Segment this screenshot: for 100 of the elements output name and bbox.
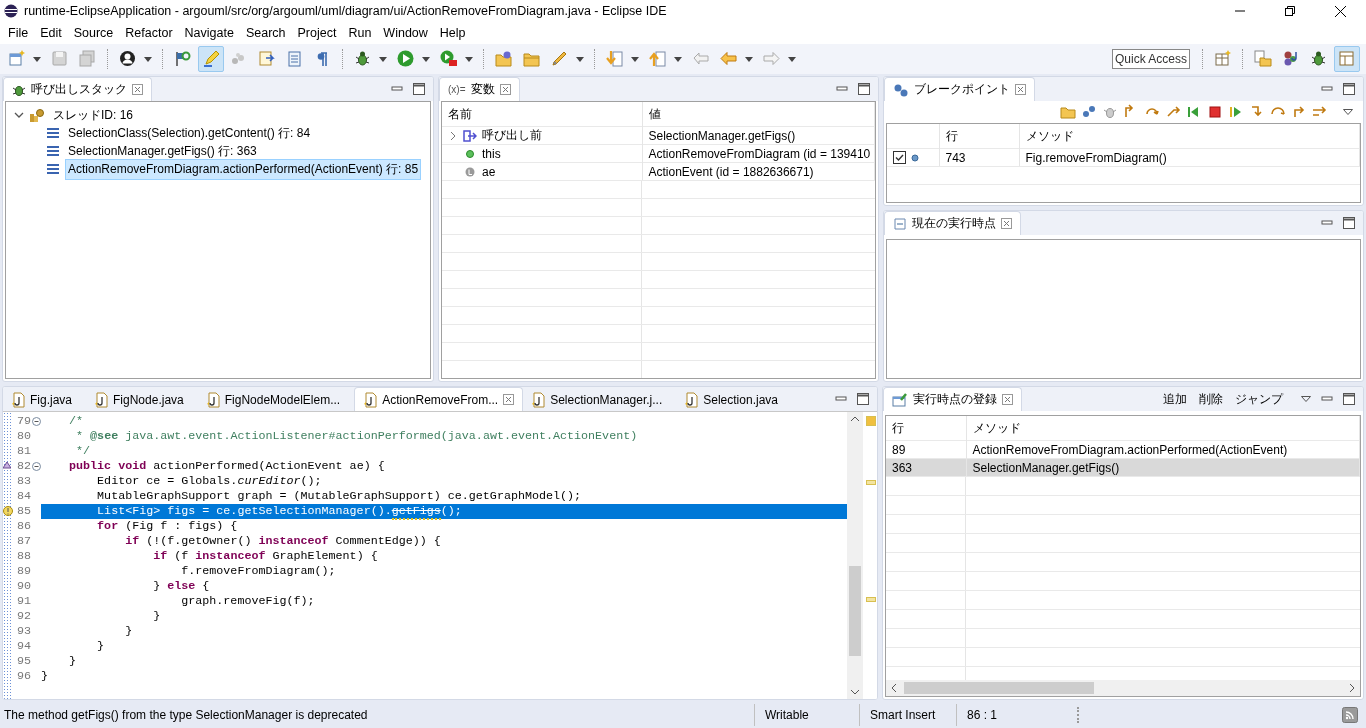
code-line: MutableGraphSupport graph = (MutableGraphSupport) ce.getGraphModel(); <box>96 489 583 504</box>
dropdown-caret-icon[interactable] <box>631 56 639 62</box>
menu-item[interactable]: Refactor <box>119 24 179 42</box>
maximize-icon[interactable] <box>413 83 425 95</box>
dropdown-caret-icon[interactable] <box>788 56 796 62</box>
maximize-icon[interactable] <box>1343 83 1355 95</box>
menu-item[interactable]: Edit <box>34 24 68 42</box>
chevron-right-icon[interactable] <box>448 130 458 141</box>
dropdown-caret-icon[interactable] <box>144 56 152 62</box>
quick-access-field[interactable]: Quick Access <box>1112 49 1190 69</box>
minimize-icon[interactable] <box>391 84 403 94</box>
line-number: 94 <box>16 639 31 654</box>
view-tab[interactable]: (x)= 変数 <box>439 77 520 101</box>
line-number: 96 <box>16 669 31 684</box>
line-number: 87 <box>16 534 31 549</box>
view-tab[interactable]: ブレークポイント <box>884 77 1035 101</box>
code-line: graph.removeFig(f); <box>180 594 316 609</box>
dropdown-caret-icon[interactable] <box>379 56 387 62</box>
dropdown-caret-icon[interactable] <box>576 56 584 62</box>
maximize-icon[interactable] <box>1343 217 1355 229</box>
checkbox[interactable] <box>893 151 906 164</box>
column-header[interactable]: 行 <box>939 124 1019 149</box>
view-tab[interactable]: Selection.java <box>676 388 792 411</box>
menu-item[interactable]: Project <box>291 24 343 42</box>
dropdown-caret-icon[interactable] <box>33 56 41 62</box>
column-header[interactable]: 行 <box>886 416 966 441</box>
line-number: 82 <box>16 459 31 474</box>
line-number: 81 <box>16 444 31 459</box>
menu-item[interactable]: File <box>2 24 35 42</box>
view-tab[interactable]: 実行時点の登録 <box>883 387 1022 411</box>
view-tab[interactable]: Fig.java <box>3 388 87 411</box>
minimize-icon[interactable] <box>1321 218 1333 228</box>
pen-icon[interactable] <box>198 46 224 72</box>
view-menu-icon[interactable] <box>1301 396 1311 402</box>
restore-icon[interactable] <box>1285 5 1295 16</box>
step-return-icon[interactable] <box>1291 104 1307 120</box>
chevron-down-icon[interactable] <box>14 110 24 120</box>
status-field: 86 : 1 <box>956 704 1037 726</box>
action-link[interactable]: 削除 <box>1199 390 1223 408</box>
column-header[interactable]: メソッド <box>966 416 1360 441</box>
overview-marker <box>866 480 876 485</box>
view-tab[interactable]: 呼び出しスタック <box>3 77 152 101</box>
menu-item[interactable]: Window <box>377 24 434 42</box>
scroll-left-icon[interactable] <box>891 683 897 693</box>
code-line: } <box>152 609 162 624</box>
column-header[interactable]: 値 <box>642 102 875 127</box>
code-line: public void actionPerformed(ActionEvent ae) { <box>68 459 386 474</box>
action-link[interactable]: 追加 <box>1163 390 1187 408</box>
menu-item[interactable]: Navigate <box>178 24 240 42</box>
view-tab[interactable]: FigNodeModelElem... <box>197 388 355 411</box>
menu-item[interactable]: Source <box>67 24 120 42</box>
minimize-icon[interactable] <box>835 394 847 404</box>
minimize-icon[interactable] <box>1321 394 1333 404</box>
stop-icon[interactable] <box>1207 104 1223 120</box>
register-icon <box>892 392 908 407</box>
view-menu-icon[interactable] <box>1343 109 1353 115</box>
line-number: 93 <box>16 624 31 639</box>
line-number: 85 <box>16 504 31 519</box>
variable-name: ae <box>482 164 496 179</box>
menu-item[interactable]: Run <box>342 24 378 42</box>
code-line: f.removeFromDiagram(); <box>180 564 337 579</box>
collapse-icon[interactable] <box>32 417 41 426</box>
view-tab[interactable]: 現在の実行時点 <box>884 211 1021 235</box>
menu-item[interactable]: Help <box>433 24 472 42</box>
dropdown-caret-icon[interactable] <box>422 56 430 62</box>
code-line: } <box>124 624 134 639</box>
scroll-right-icon[interactable] <box>1349 683 1355 693</box>
view-tab[interactable]: ActionRemoveFrom... <box>354 387 524 411</box>
maximize-icon[interactable] <box>1343 393 1355 405</box>
column-header[interactable]: メソッド <box>1019 124 1360 149</box>
scrollbar-thumb[interactable] <box>849 566 861 656</box>
collapse-icon[interactable] <box>32 462 41 471</box>
code-line: } <box>68 654 78 669</box>
menu-item[interactable]: Search <box>239 24 292 42</box>
maximize-icon[interactable] <box>858 83 870 95</box>
feed-icon[interactable] <box>1342 707 1358 723</box>
minimize-icon[interactable] <box>1321 84 1333 94</box>
view-tab[interactable]: FigNode.java <box>86 388 198 411</box>
dropdown-caret-icon[interactable] <box>745 56 753 62</box>
return-icon <box>463 129 477 142</box>
java-file-icon <box>94 391 109 408</box>
close-icon[interactable] <box>1335 5 1346 17</box>
column-header[interactable]: 名前 <box>442 102 642 127</box>
scrollbar-thumb[interactable] <box>904 682 1094 694</box>
breakpoints-icon[interactable] <box>1081 104 1097 120</box>
minimize-icon[interactable] <box>836 84 848 94</box>
overview-marker <box>866 597 876 602</box>
action-link[interactable]: ジャンプ <box>1235 390 1283 408</box>
maximize-icon[interactable] <box>857 393 869 405</box>
scroll-down-icon[interactable] <box>850 689 860 695</box>
scroll-up-icon[interactable] <box>850 416 860 422</box>
dropdown-caret-icon[interactable] <box>674 56 682 62</box>
folder-icon[interactable] <box>1060 104 1076 120</box>
stack-frame[interactable]: ActionRemoveFromDiagram.actionPerformed(ActionEvent) 行: 85 <box>65 158 422 180</box>
status-field: Smart Insert <box>859 704 956 726</box>
view-tab[interactable]: SelectionManager.j... <box>523 388 677 411</box>
line-number: 79 <box>16 414 31 429</box>
variable-value: SelectionManager.getFigs() <box>648 128 796 143</box>
method-name: Fig.removeFromDiagram() <box>1025 150 1167 165</box>
dropdown-caret-icon[interactable] <box>465 56 473 62</box>
